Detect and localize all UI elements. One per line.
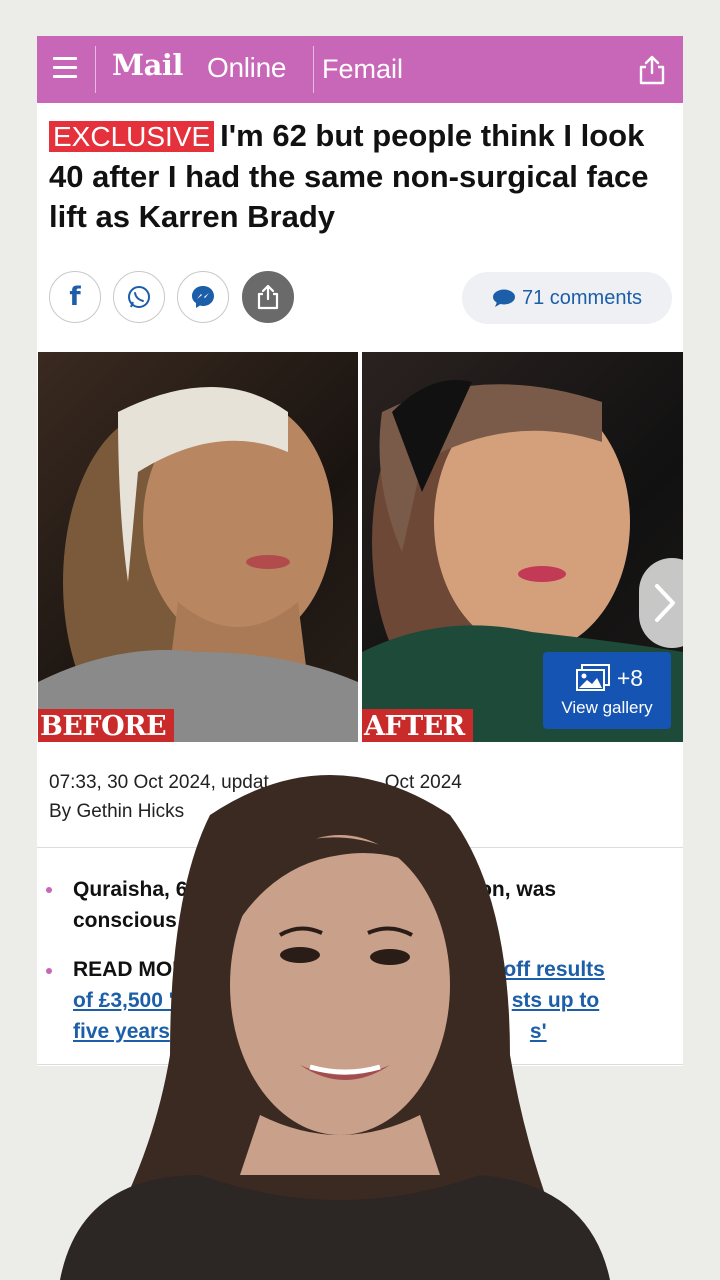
share-more-button[interactable] xyxy=(242,271,294,323)
share-icon[interactable] xyxy=(637,54,667,86)
exclusive-badge: EXCLUSIVE xyxy=(49,121,215,152)
messenger-icon xyxy=(192,286,214,308)
before-label: BEFORE xyxy=(38,709,175,742)
before-photo[interactable]: BEFORE xyxy=(38,352,358,742)
comments-button[interactable]: 71 comments xyxy=(462,272,672,324)
section-title[interactable]: Femail xyxy=(322,54,403,85)
before-face-image xyxy=(38,387,358,742)
bullet-dot xyxy=(46,968,52,974)
facebook-icon: f xyxy=(69,282,81,312)
share-icon xyxy=(257,284,279,310)
chevron-right-icon xyxy=(655,584,675,622)
header-divider xyxy=(95,46,96,93)
header-divider xyxy=(313,46,314,93)
share-facebook-button[interactable]: f xyxy=(49,271,101,323)
presenter-cutout xyxy=(60,775,610,1280)
gallery-next-button[interactable] xyxy=(639,558,683,648)
gallery-label: View gallery xyxy=(561,698,653,717)
comments-count: 71 comments xyxy=(521,286,643,309)
menu-icon[interactable] xyxy=(53,57,77,81)
bullet-dot xyxy=(46,887,52,893)
brand-logo-online[interactable]: Online xyxy=(207,52,286,84)
share-messenger-button[interactable] xyxy=(177,271,229,323)
gallery-icon xyxy=(575,664,610,691)
whatsapp-icon xyxy=(128,286,150,308)
comment-icon xyxy=(492,289,515,307)
brand-logo[interactable]: Mail xyxy=(112,48,183,82)
after-label: AFTER xyxy=(362,709,473,742)
article-headline: EXCLUSIVE I'm 62 but people think I look … xyxy=(49,116,674,237)
share-whatsapp-button[interactable] xyxy=(113,271,165,323)
site-header: Mail Online Femail xyxy=(37,36,683,103)
view-gallery-button[interactable]: +8 View gallery xyxy=(543,652,671,729)
gallery-count: +8 xyxy=(616,664,644,691)
